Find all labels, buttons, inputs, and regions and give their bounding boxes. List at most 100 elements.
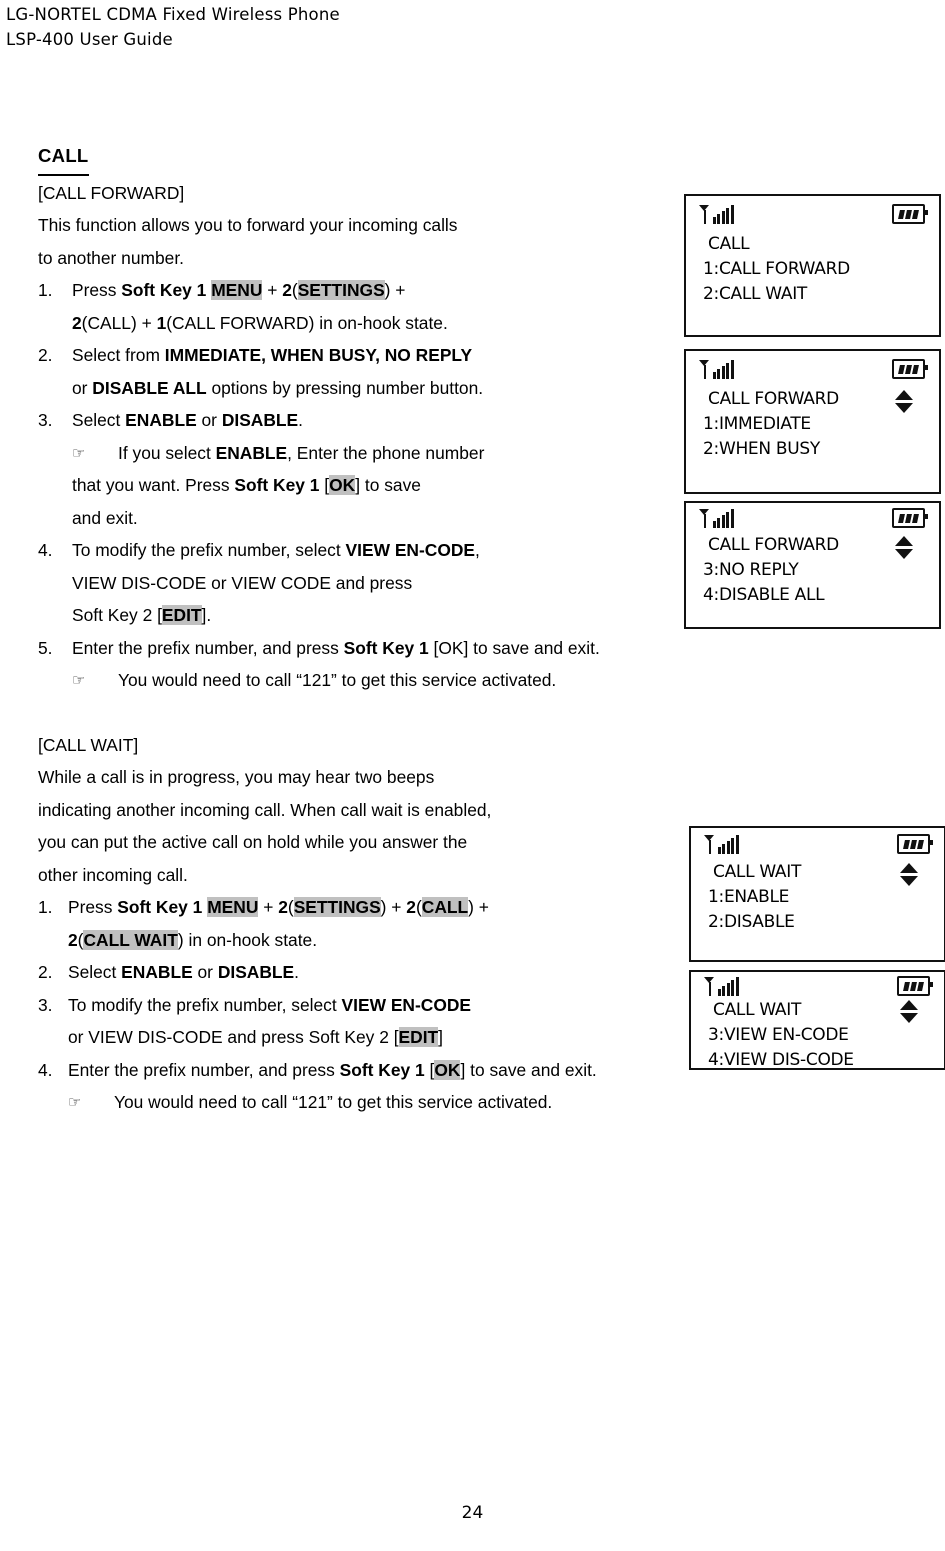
- step-text-part: ] to save and exit.: [460, 1059, 597, 1080]
- step-number: 4.: [38, 540, 53, 560]
- paren-open: (: [415, 897, 422, 917]
- step-text: Select ENABLE or DISABLE.: [72, 404, 683, 437]
- ok-highlight: OK: [434, 1059, 461, 1080]
- step-text-part: To modify the prefix number, select: [72, 540, 346, 560]
- battery-icon: [892, 204, 929, 224]
- call-wait-step-1: 1. Press Soft Key 1 MENU + 2(SETTINGS) +…: [38, 891, 683, 924]
- scroll-updown-icon: [895, 536, 913, 559]
- enable-option: ENABLE: [121, 962, 193, 982]
- step-text-part: Soft Key 2 [: [72, 605, 162, 625]
- call-wait-step-1-line-2: 2(CALL WAIT) in on-hook state.: [38, 924, 683, 957]
- battery-icon: [892, 359, 929, 379]
- softkey-1-label: Soft Key 1: [234, 475, 320, 495]
- softkey-1-label: Soft Key 1: [343, 637, 429, 658]
- page-number: 24: [461, 1503, 484, 1523]
- note-text-part: If you select: [118, 442, 216, 463]
- lcd-screen-call-wait-1: CALL WAIT 1:ENABLE 2:DISABLE: [689, 826, 945, 962]
- menu-highlight: MENU: [211, 280, 263, 300]
- step-text-part: Enter the prefix number, and press: [72, 637, 344, 658]
- step-text-part: +: [386, 897, 407, 917]
- step-number: 1.: [38, 280, 53, 300]
- disable-all-option: DISABLE ALL: [92, 377, 207, 398]
- pointing-hand-icon: ☞: [68, 1093, 82, 1111]
- lcd-menu-lines: CALL WAIT 3:VIEW EN-CODE 4:VIEW DIS-CODE: [691, 998, 944, 1079]
- call-forward-heading: [CALL FORWARD]: [38, 182, 185, 203]
- step-text-part: Press: [68, 897, 118, 917]
- call-forward-step-4-line-3: Soft Key 2 [EDIT].: [38, 599, 683, 632]
- step-text-part: [OK] to save and exit.: [428, 637, 600, 658]
- call-forward-step-2-line-2: or DISABLE ALL options by pressing numbe…: [38, 372, 683, 405]
- lcd-screen-call-menu: CALL 1:CALL FORWARD 2:CALL WAIT: [684, 194, 941, 337]
- lcd-menu-item: 4:VIEW DIS-CODE: [708, 1050, 854, 1070]
- call-forward-note-1: ☞ If you select ENABLE, Enter the phone …: [38, 437, 683, 470]
- call-wait-intro-line-3: you can put the active call on hold whil…: [38, 832, 468, 852]
- key-digit-2: 2: [68, 929, 78, 950]
- call-wait-step-3: 3. To modify the prefix number, select V…: [38, 989, 683, 1022]
- lcd-menu-item: 2:DISABLE: [708, 912, 795, 932]
- step-text-part: ,: [475, 540, 480, 560]
- key-digit-1: 1: [156, 312, 167, 333]
- ok-highlight: OK: [329, 475, 356, 495]
- call-forward-step-4: 4. To modify the prefix number, select V…: [38, 534, 683, 567]
- step-text: To modify the prefix number, select VIEW…: [72, 534, 683, 567]
- scroll-updown-icon: [895, 390, 913, 413]
- step-text: Press Soft Key 1 MENU + 2(SETTINGS) + 2(…: [68, 891, 683, 924]
- settings-highlight: SETTINGS: [293, 897, 381, 917]
- lcd-menu-lines: CALL FORWARD 1:IMMEDIATE 2:WHEN BUSY: [686, 385, 939, 468]
- signal-strength-icon: [704, 975, 739, 996]
- step-text-part: (CALL FORWARD) in on-hook state.: [166, 312, 448, 333]
- call-forward-step-1: 1. Press Soft Key 1 MENU + 2(SETTINGS) +: [38, 274, 683, 307]
- step-text-part: Select: [72, 410, 126, 430]
- call-forward-step-4-line-2: VIEW DIS-CODE or VIEW CODE and press: [72, 572, 413, 593]
- call-forward-note-2: ☞ You would need to call “121” to get th…: [38, 664, 683, 697]
- enable-option: ENABLE: [215, 442, 288, 463]
- step-text-part: .: [294, 962, 299, 982]
- step-text-part: ]: [438, 1027, 444, 1047]
- step-text-part: .: [298, 410, 303, 430]
- lcd-menu-item: 3:NO REPLY: [703, 560, 799, 580]
- key-digit-2: 2: [72, 312, 82, 333]
- signal-strength-icon: [699, 203, 734, 224]
- softkey-1-label: Soft Key 1: [339, 1059, 425, 1080]
- edit-highlight: EDIT: [161, 605, 202, 625]
- battery-icon: [892, 508, 929, 528]
- header-line-guide: LSP-400 User Guide: [6, 30, 173, 49]
- lcd-menu-item: 1:IMMEDIATE: [703, 414, 811, 434]
- call-wait-intro-line-4: other incoming call.: [38, 864, 188, 885]
- key-digit-2: 2: [406, 897, 416, 917]
- lcd-status-bar: [691, 972, 944, 998]
- call-wait-intro-line-2: indicating another incoming call. When c…: [38, 799, 492, 820]
- signal-strength-icon: [699, 358, 734, 379]
- bracket-open: [: [424, 1059, 435, 1080]
- lcd-menu-item: 4:DISABLE ALL: [703, 585, 825, 605]
- step-text-part: or: [192, 962, 218, 982]
- step-text: Enter the prefix number, and press Soft …: [72, 632, 683, 665]
- step-number: 1.: [38, 897, 53, 917]
- call-forward-step-3: 3. Select ENABLE or DISABLE.: [38, 404, 683, 437]
- step-text-part: Select: [68, 962, 122, 982]
- lcd-status-bar: [686, 196, 939, 230]
- lcd-menu-item: 3:VIEW EN-CODE: [708, 1025, 849, 1045]
- lcd-title: CALL: [708, 234, 750, 254]
- lcd-menu-lines: CALL 1:CALL FORWARD 2:CALL WAIT: [686, 230, 939, 313]
- disable-option: DISABLE: [221, 410, 299, 430]
- call-wait-step-4: 4. Enter the prefix number, and press So…: [38, 1054, 683, 1087]
- lcd-menu-item: 1:ENABLE: [708, 887, 790, 907]
- step-text-part: +: [258, 897, 279, 917]
- note-text-part: , Enter the phone number: [287, 442, 485, 463]
- step-number: 3.: [38, 994, 53, 1015]
- note-text-part: ] to save: [355, 475, 421, 495]
- scroll-updown-icon: [900, 1000, 918, 1023]
- battery-icon: [897, 976, 934, 996]
- step-text-part: or: [196, 410, 222, 430]
- step-text-part: options by pressing number button.: [206, 377, 484, 398]
- step-text-part: +: [473, 897, 489, 917]
- paren-open: (: [287, 897, 294, 917]
- key-digit-2: 2: [282, 280, 292, 300]
- signal-strength-icon: [699, 507, 734, 528]
- step-text-part: +: [390, 280, 406, 300]
- note-text-part: that you want. Press: [72, 475, 235, 495]
- signal-strength-icon: [704, 833, 739, 854]
- lcd-menu-item: 2:CALL WAIT: [703, 284, 807, 304]
